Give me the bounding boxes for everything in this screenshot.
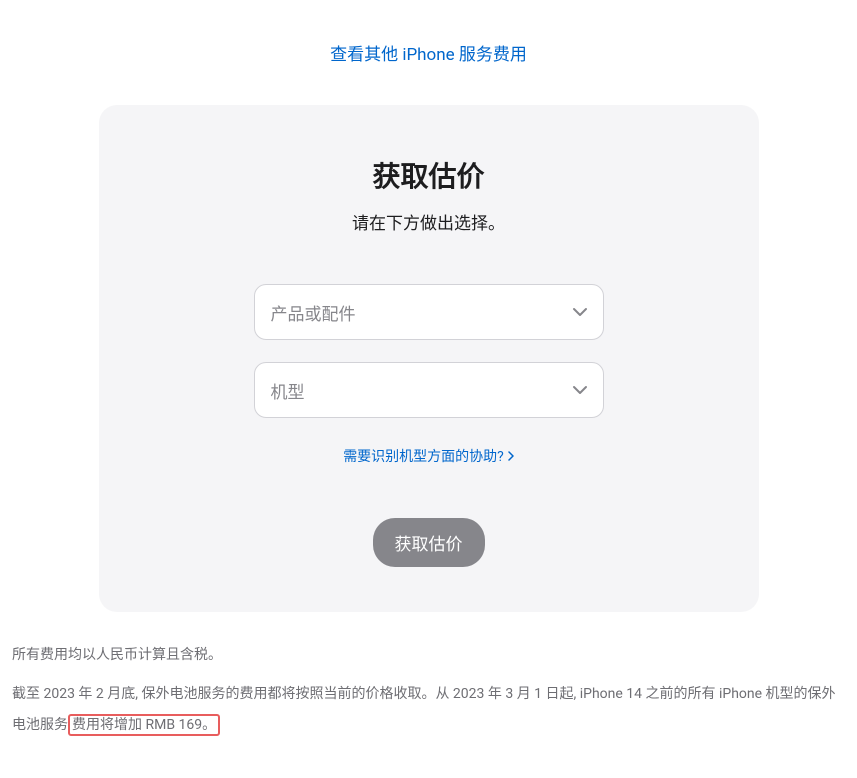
- identify-model-help-link[interactable]: 需要识别机型方面的协助?: [343, 446, 514, 466]
- top-link-container: 查看其他 iPhone 服务费用: [10, 40, 847, 65]
- help-link-label: 需要识别机型方面的协助?: [343, 446, 504, 466]
- product-select-placeholder: 产品或配件: [271, 300, 356, 325]
- get-estimate-button[interactable]: 获取估价: [373, 518, 485, 567]
- footer-line-1: 所有费用均以人民币计算且含税。: [12, 640, 845, 671]
- model-select-wrap: 机型: [254, 362, 604, 418]
- model-select[interactable]: 机型: [254, 362, 604, 418]
- footer-notes: 所有费用均以人民币计算且含税。 截至 2023 年 2 月底, 保外电池服务的费…: [10, 640, 847, 740]
- footer-line-2: 截至 2023 年 2 月底, 保外电池服务的费用都将按照当前的价格收取。从 2…: [12, 679, 845, 741]
- card-title: 获取估价: [159, 155, 699, 195]
- product-select-wrap: 产品或配件: [254, 284, 604, 340]
- card-subtitle: 请在下方做出选择。: [159, 209, 699, 234]
- chevron-right-icon: [508, 451, 514, 461]
- price-increase-highlight: 费用将增加 RMB 169。: [68, 714, 220, 736]
- model-select-placeholder: 机型: [271, 378, 305, 403]
- product-select[interactable]: 产品或配件: [254, 284, 604, 340]
- other-service-fees-link[interactable]: 查看其他 iPhone 服务费用: [330, 45, 527, 65]
- estimate-card: 获取估价 请在下方做出选择。 产品或配件 机型 需要识别机型方面的协助?: [99, 105, 759, 612]
